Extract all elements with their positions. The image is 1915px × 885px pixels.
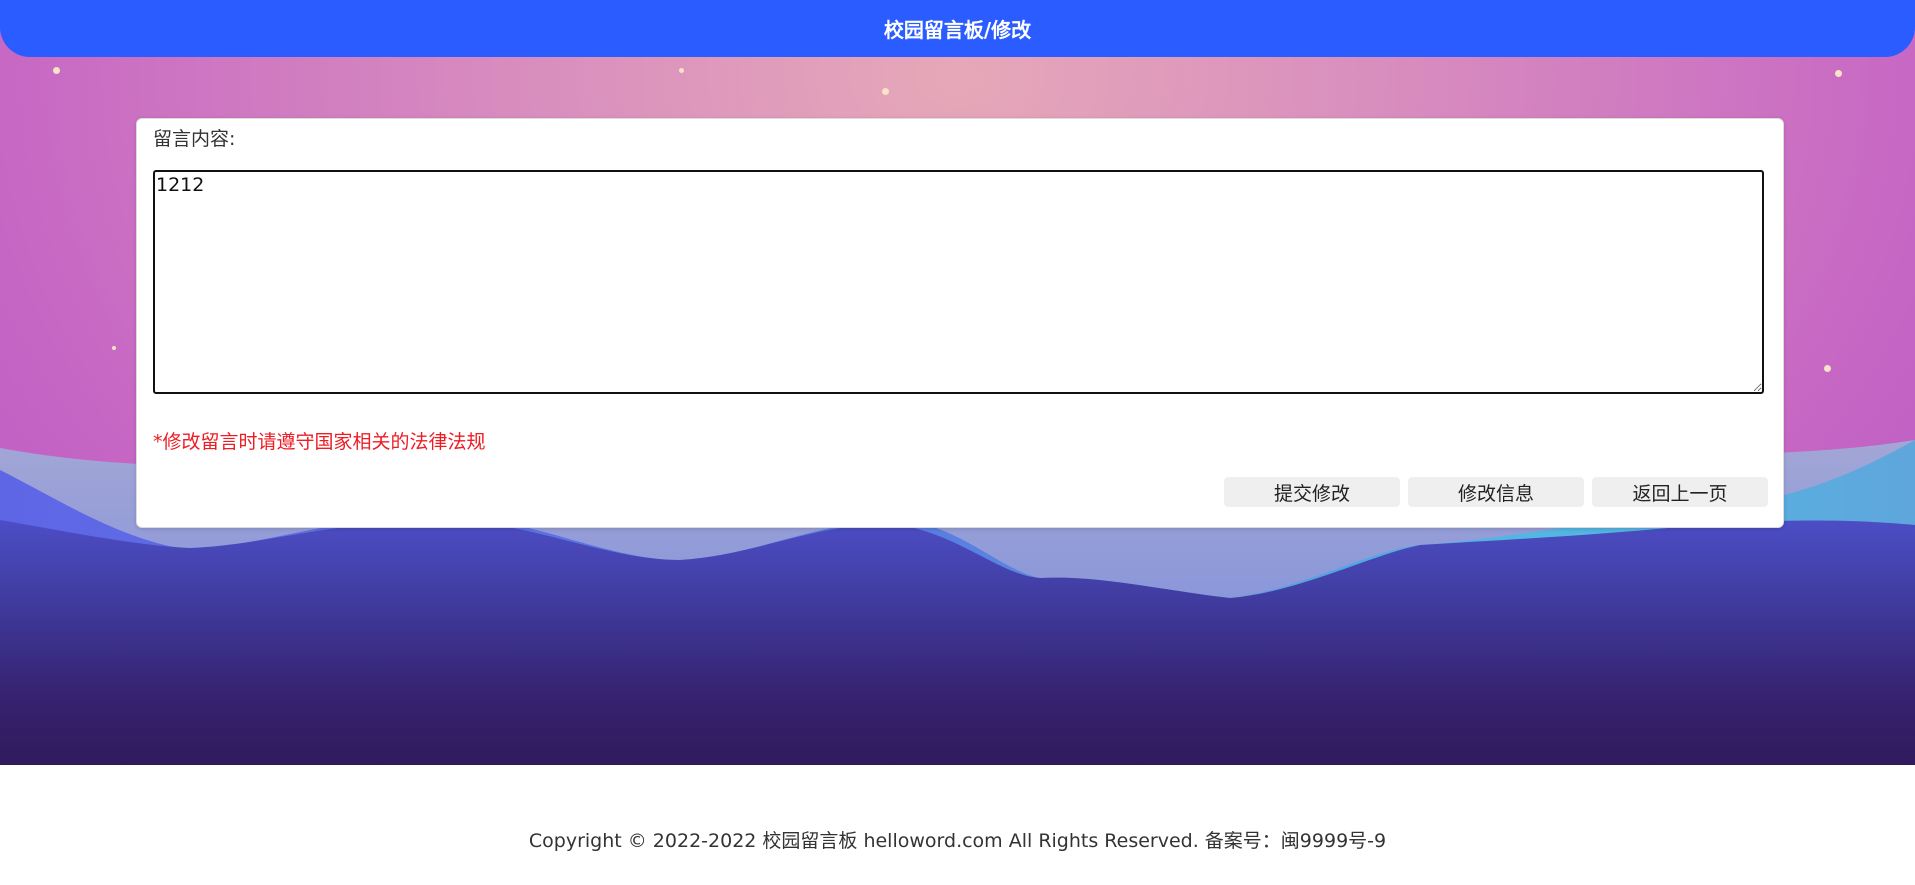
- page-title: 校园留言板/修改: [883, 18, 1032, 42]
- legal-warning: *修改留言时请遵守国家相关的法律法规: [153, 431, 486, 453]
- modify-info-button[interactable]: 修改信息: [1408, 477, 1584, 507]
- page-header: 校园留言板/修改: [0, 0, 1915, 57]
- message-content-textarea[interactable]: 1212: [153, 170, 1764, 394]
- star: [679, 68, 684, 73]
- star: [1824, 365, 1831, 372]
- edit-message-form: 留言内容: 1212 *修改留言时请遵守国家相关的法律法规 提交修改 修改信息 …: [136, 118, 1784, 528]
- back-button[interactable]: 返回上一页: [1592, 477, 1768, 507]
- star: [53, 67, 60, 74]
- star: [1835, 70, 1842, 77]
- star: [112, 346, 116, 350]
- footer-copyright: Copyright © 2022-2022 校园留言板 helloword.co…: [528, 830, 1387, 852]
- submit-edit-button[interactable]: 提交修改: [1224, 477, 1400, 507]
- star: [882, 88, 889, 95]
- content-label: 留言内容:: [153, 128, 236, 150]
